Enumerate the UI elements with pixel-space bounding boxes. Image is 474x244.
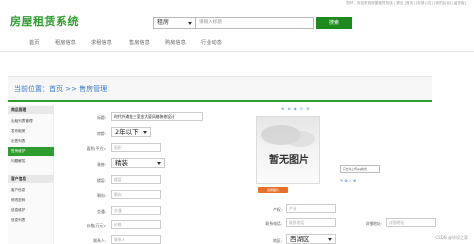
decor-label: 装修:: [97, 162, 106, 167]
search-input[interactable]: 请输入标题: [196, 17, 314, 29]
orient-label: 朝向:: [97, 193, 106, 198]
divider: [8, 100, 432, 102]
sidebar-item-info-list[interactable]: 信息列表: [8, 216, 54, 225]
sidebar-item-change-password[interactable]: 修改密码: [8, 196, 54, 205]
upload-hint: 只允许上传jpg格式: [340, 165, 380, 173]
area-label: 面积(平方):: [86, 146, 106, 151]
top-links[interactable]: 您好，欢迎来到房屋租赁系统 | 退出 [首页] [全部公告] [我的后台] [留…: [346, 1, 466, 6]
search-button[interactable]: 搜索: [316, 17, 352, 29]
chevron-down-icon: [328, 238, 332, 241]
chevron-down-icon: [143, 131, 147, 134]
search-bar: 租房 请输入标题 搜索: [153, 17, 352, 29]
breadcrumb: 当前位置：首页 >> 售房管理: [14, 85, 108, 93]
floor-input[interactable]: 楼层: [111, 175, 161, 184]
sidebar-group-header: 客户信息: [8, 175, 54, 183]
cloud-decoration: [285, 131, 315, 147]
watermark: CSDN @毕设之家: [435, 235, 468, 240]
sidebar-item-rent-list[interactable]: 出租列表管理: [8, 117, 54, 126]
site-logo[interactable]: 房屋租赁系统: [10, 13, 79, 29]
transport-input[interactable]: 交通: [111, 206, 161, 215]
sidebar: 商品管理 出租列表管理 发布租房 出售列表 售房维护 问题解答 客户信息 客户信…: [8, 105, 54, 244]
no-image-text: 暂无图片: [269, 155, 309, 166]
district-select[interactable]: 西湖区: [286, 234, 336, 244]
floor-label: 楼层:: [97, 178, 106, 183]
nav-sell[interactable]: 售房信息: [129, 39, 150, 46]
orientation-input[interactable]: 朝向: [111, 190, 161, 199]
title-input[interactable]: 时代外滩金三室金大厦风格装修设计: [111, 112, 203, 121]
property-label: 产权:: [273, 207, 282, 212]
house-image-placeholder: 暂无图片: [256, 116, 320, 184]
breadcrumb-box: 当前位置：首页 >> 售房管理: [8, 76, 432, 100]
phone-label: 联系电话:: [265, 221, 282, 226]
phone-input[interactable]: 联系电话: [286, 218, 336, 227]
main-nav: 首页 租房信息 求租信息 售房信息 购房信息 行业动态: [0, 34, 474, 52]
nav-buy[interactable]: 购房信息: [165, 39, 186, 46]
search-category-value: 租房: [157, 19, 170, 26]
sidebar-item-publish-rent[interactable]: 发布租房: [8, 127, 54, 136]
nav-home[interactable]: 首页: [29, 39, 39, 46]
age-select[interactable]: 2年以下: [111, 127, 151, 137]
area-input[interactable]: 面积: [111, 143, 161, 152]
chevron-down-icon: [188, 22, 192, 25]
nav-seek-rent[interactable]: 求租信息: [91, 39, 112, 46]
contact-label: 联系人:: [93, 238, 106, 243]
search-category-select[interactable]: 租房: [153, 17, 196, 29]
decor-select[interactable]: 精装: [111, 158, 165, 168]
district-label: 地区:: [273, 238, 282, 243]
age-select-value: 2年以下: [115, 128, 139, 136]
nav-news[interactable]: 行业动态: [201, 39, 222, 46]
contact-input[interactable]: 联系人: [111, 235, 161, 244]
property-input[interactable]: 产业: [286, 204, 336, 213]
address-label: 详细地址:: [365, 221, 382, 226]
nav-rent[interactable]: 租房信息: [55, 39, 76, 46]
price-input[interactable]: 价格: [111, 220, 161, 229]
chevron-down-icon: [157, 162, 161, 165]
sidebar-item-sell-maintain[interactable]: 售房维护: [8, 147, 54, 156]
image-action-icons[interactable]: ✎⊗✓⊕: [340, 178, 357, 183]
editor-toolbar-icons[interactable]: ⊕⊗◈⊙⊚: [281, 106, 312, 111]
price-label: 价格(万元):: [86, 223, 106, 228]
choose-image-button[interactable]: 选择图片: [258, 187, 288, 193]
decor-select-value: 精装: [115, 159, 128, 167]
age-label: 房龄:: [97, 131, 106, 136]
sidebar-item-customer-info[interactable]: 客户信息: [8, 186, 54, 195]
district-select-value: 西湖区: [290, 235, 310, 243]
transport-label: 交通:: [97, 209, 106, 214]
sidebar-item-qa[interactable]: 问题解答: [8, 157, 54, 166]
sidebar-group-header: 商品管理: [8, 106, 54, 114]
address-input[interactable]: 详细地址: [386, 218, 436, 227]
top-bar: 您好，欢迎来到房屋租赁系统 | 退出 [首页] [全部公告] [我的后台] [留…: [0, 0, 474, 6]
title-label: 标题:: [97, 115, 106, 120]
sidebar-item-sell-list[interactable]: 出售列表: [8, 137, 54, 146]
sidebar-item-info-maintain[interactable]: 信息维护: [8, 206, 54, 215]
